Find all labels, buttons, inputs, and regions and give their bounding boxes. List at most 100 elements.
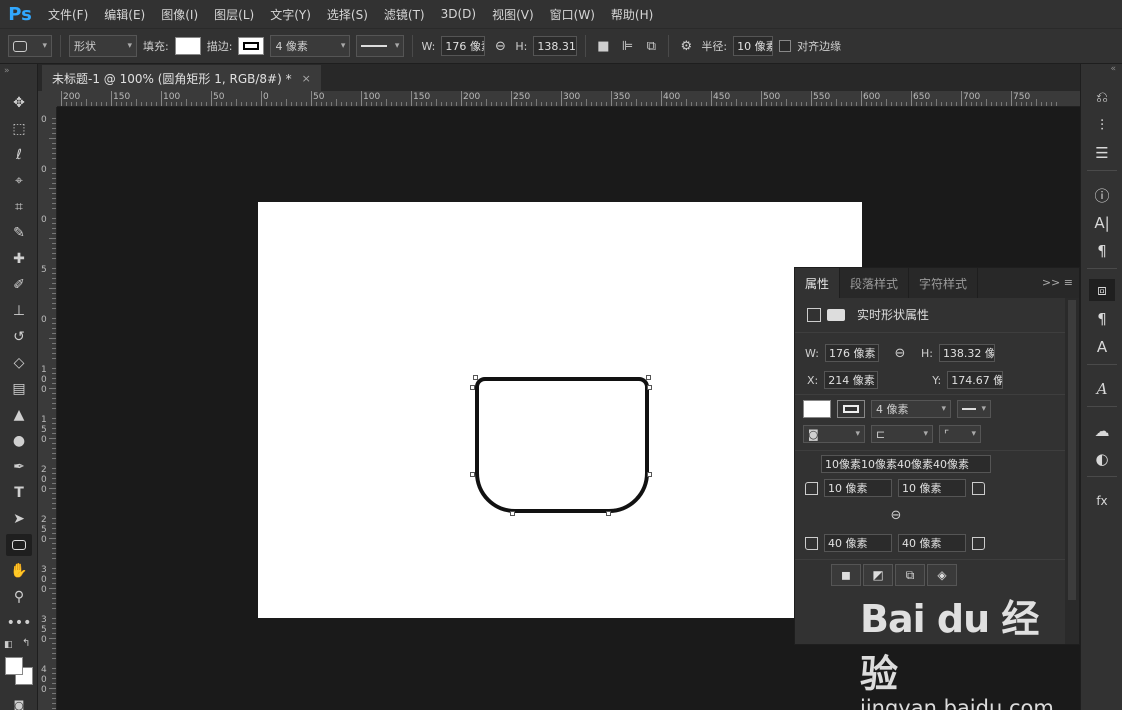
color-swatches[interactable]	[5, 657, 35, 687]
bottom-left-radius-input[interactable]: 40 像素	[824, 534, 892, 552]
anchor-point[interactable]	[647, 472, 652, 477]
stroke-caps-dropdown[interactable]: ⊏ ▾	[871, 425, 933, 443]
anchor-point[interactable]	[606, 511, 611, 516]
default-colors-icon[interactable]: ◧	[4, 640, 13, 650]
hand-tool-icon[interactable]: ✋	[6, 560, 32, 582]
anchor-point[interactable]	[473, 375, 478, 380]
libraries-icon[interactable]: ☁	[1089, 420, 1115, 442]
healing-brush-tool-icon[interactable]: ✚	[6, 248, 32, 270]
stroke-width-field[interactable]: 4 像素 ▾	[270, 35, 351, 57]
type-tool-icon[interactable]: T	[6, 482, 32, 504]
eraser-tool-icon[interactable]: ◇	[6, 352, 32, 374]
menu-help[interactable]: 帮助(H)	[603, 6, 661, 23]
menu-file[interactable]: 文件(F)	[40, 6, 96, 23]
path-alignment-icon[interactable]: ⊫	[618, 39, 636, 54]
top-right-radius-input[interactable]: 10 像素	[898, 479, 966, 497]
fill-swatch[interactable]	[174, 37, 201, 55]
tab-character-styles[interactable]: 字符样式	[909, 268, 979, 298]
close-icon[interactable]: ×	[302, 72, 311, 85]
combine-shapes-button[interactable]: ◼	[831, 564, 861, 586]
subtract-shapes-button[interactable]: ◩	[863, 564, 893, 586]
zoom-tool-icon[interactable]: ⚲	[6, 586, 32, 608]
width-input[interactable]: 176 像素	[824, 344, 879, 362]
foreground-color[interactable]	[5, 657, 23, 675]
collapse-icon[interactable]: »	[4, 66, 10, 76]
radius-summary-input[interactable]: 10像素10像素40像素40像素	[821, 455, 991, 473]
rounded-rect-tool-icon[interactable]	[6, 534, 32, 556]
stroke-type-dropdown[interactable]: ▾	[356, 35, 405, 57]
top-left-radius-input[interactable]: 10 像素	[824, 479, 892, 497]
history-icon[interactable]: ⎌	[1089, 86, 1115, 108]
swap-colors-icon[interactable]: ↰	[22, 638, 30, 649]
menu-type[interactable]: 文字(Y)	[262, 6, 319, 23]
gradient-tool-icon[interactable]: ▤	[6, 378, 32, 400]
radius-input[interactable]: 10 像素	[733, 36, 774, 56]
link-icon[interactable]: ⊖	[891, 346, 909, 361]
stroke-corners-dropdown[interactable]: ⌜ ▾	[939, 425, 981, 443]
gear-icon[interactable]: ⚙	[677, 39, 695, 54]
menu-3d[interactable]: 3D(D)	[433, 7, 484, 21]
styles-icon[interactable]: fx	[1089, 490, 1115, 512]
intersect-shapes-button[interactable]: ⧉	[895, 564, 925, 586]
align-edges-checkbox[interactable]	[779, 40, 792, 52]
transform-icon[interactable]	[807, 307, 821, 322]
blur-tool-icon[interactable]: ▲	[6, 404, 32, 426]
dodge-tool-icon[interactable]: ●	[6, 430, 32, 452]
marquee-tool-icon[interactable]: ⬚	[6, 118, 32, 140]
glyphs-icon[interactable]: A	[1089, 378, 1115, 400]
link-icon[interactable]: ⊖	[491, 39, 509, 54]
character-icon[interactable]: A|	[1089, 212, 1115, 234]
brush-tool-icon[interactable]: ✐	[6, 274, 32, 296]
pen-tool-icon[interactable]: ✒	[6, 456, 32, 478]
document-canvas[interactable]	[258, 202, 862, 618]
menu-image[interactable]: 图像(I)	[153, 6, 206, 23]
anchor-point[interactable]	[646, 375, 651, 380]
crop-tool-icon[interactable]: ⌗	[6, 196, 32, 218]
tool-mode-dropdown[interactable]: 形状 ▾	[69, 35, 137, 57]
path-select-tool-icon[interactable]: ➤	[6, 508, 32, 530]
paragraph-icon[interactable]: ¶	[1089, 240, 1115, 262]
exclude-shapes-button[interactable]: ◈	[927, 564, 957, 586]
anchor-point[interactable]	[510, 511, 515, 516]
anchor-point[interactable]	[470, 385, 475, 390]
stroke-type-dropdown[interactable]: ▾	[957, 400, 991, 418]
tool-preset-picker[interactable]: ▾	[8, 35, 52, 57]
y-input[interactable]: 174.67 像	[947, 371, 1004, 389]
mask-icon[interactable]	[827, 308, 845, 321]
x-input[interactable]: 214 像素	[824, 371, 879, 389]
panel-menu-icon[interactable]: >> ≡	[1042, 276, 1073, 289]
menu-filter[interactable]: 滤镜(T)	[376, 6, 433, 23]
menu-window[interactable]: 窗口(W)	[542, 6, 603, 23]
menu-layer[interactable]: 图层(L)	[206, 6, 262, 23]
move-tool-icon[interactable]: ✥	[6, 92, 32, 114]
properties-icon[interactable]: ⧈	[1089, 279, 1115, 301]
stroke-swatch[interactable]	[837, 400, 865, 418]
menu-select[interactable]: 选择(S)	[319, 6, 376, 23]
fill-swatch[interactable]	[803, 400, 831, 418]
clone-stamp-tool-icon[interactable]: ⊥	[6, 300, 32, 322]
tab-paragraph-styles[interactable]: 段落样式	[840, 268, 910, 298]
history-brush-tool-icon[interactable]: ↺	[6, 326, 32, 348]
vertical-ruler[interactable]: 0 0 0 5 0 1 0 0 1 5 0 2 0 0 2 5 0 3 0 0 3 5 0 4 0 0	[38, 107, 57, 710]
quick-mask-icon[interactable]: ◙	[6, 694, 32, 710]
stroke-align-dropdown[interactable]: ◙ ▾	[803, 425, 865, 443]
path-arrangement-icon[interactable]: ⧉	[642, 39, 660, 54]
tab-properties[interactable]: 属性	[795, 268, 841, 298]
quick-select-tool-icon[interactable]: ⌖	[6, 170, 32, 192]
more-tools-icon[interactable]: •••	[6, 612, 32, 634]
width-input[interactable]: 176 像素	[441, 36, 486, 56]
eyedropper-tool-icon[interactable]: ✎	[6, 222, 32, 244]
adjust-sliders-icon[interactable]: ☰	[1089, 142, 1115, 164]
anchor-point[interactable]	[470, 472, 475, 477]
anchor-point[interactable]	[647, 385, 652, 390]
document-tab[interactable]: 未标题-1 @ 100% (圆角矩形 1, RGB/8#) * ×	[42, 65, 321, 91]
rounded-rectangle-shape[interactable]	[475, 377, 649, 513]
height-input[interactable]: 138.31 像	[533, 36, 578, 56]
collapse-icon[interactable]: «	[1110, 64, 1116, 74]
horizontal-ruler[interactable]: 200 150 100 50 0 50 100 150 200 250 300 350 400 450 50…	[57, 91, 1080, 107]
info-icon[interactable]: ⓘ	[1089, 184, 1115, 206]
adjustments-icon[interactable]: ◐	[1089, 448, 1115, 470]
paragraph-styles-icon[interactable]: ¶	[1089, 308, 1115, 330]
height-input[interactable]: 138.32 像	[938, 344, 995, 362]
menu-view[interactable]: 视图(V)	[484, 6, 542, 23]
